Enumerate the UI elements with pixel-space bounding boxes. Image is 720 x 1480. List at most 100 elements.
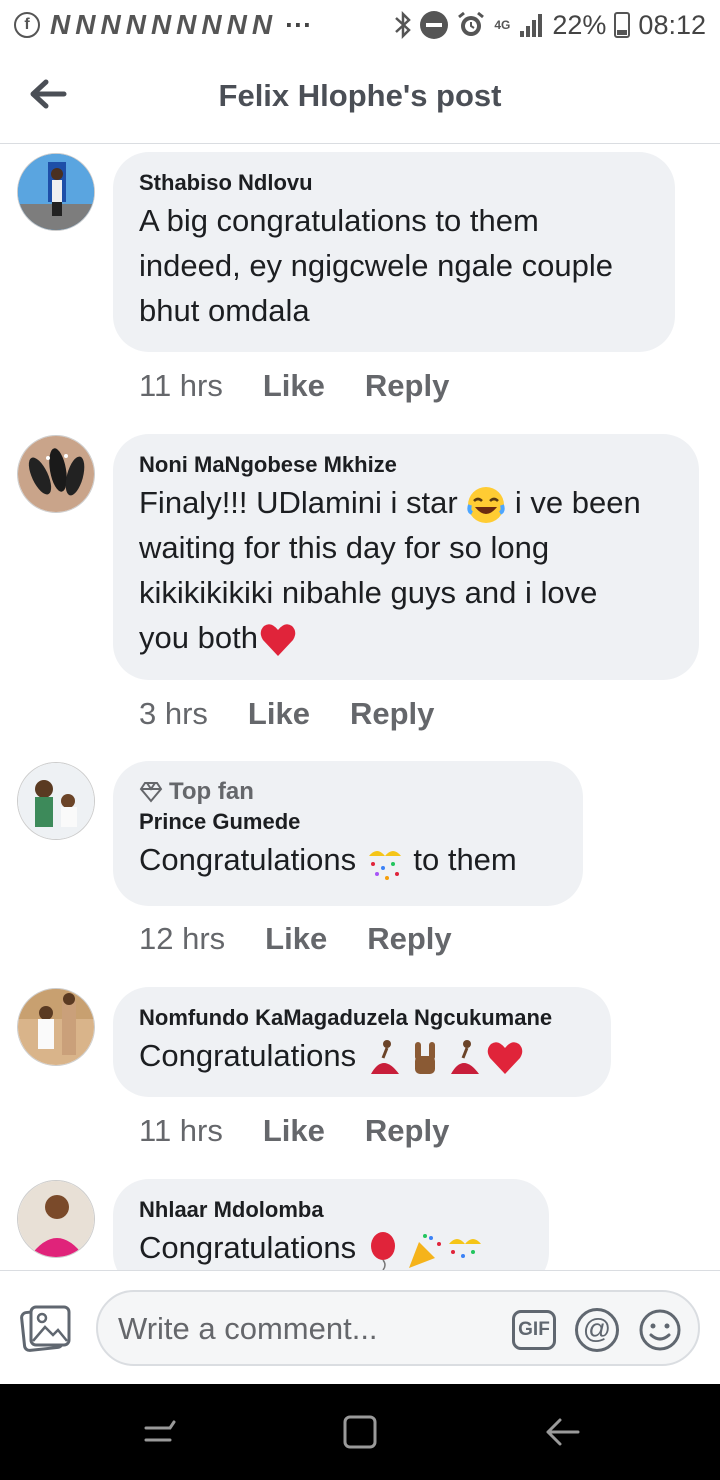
- avatar[interactable]: [17, 1180, 95, 1258]
- comment-time[interactable]: 12 hrs: [139, 921, 225, 957]
- comment-input-placeholder: Write a comment...: [118, 1311, 378, 1346]
- status-bar: f N N N N N N N N N ··· 4G 22% 08:12: [0, 0, 720, 50]
- notification-icon: N: [251, 9, 274, 40]
- comment-meta: 11 hrs Like Reply: [139, 368, 449, 404]
- network-type: 4G: [494, 18, 511, 32]
- comment-text: Congratulations: [139, 1038, 365, 1073]
- comment-text-line: Congratulations to them: [139, 837, 557, 882]
- comment-text-line: Congratulations: [139, 1225, 523, 1270]
- bluetooth-icon: [394, 11, 412, 39]
- comment-text: Congratulations: [139, 842, 365, 877]
- avatar[interactable]: [17, 762, 95, 840]
- confetti-emoji-icon: [448, 1238, 481, 1258]
- system-nav-bar: [0, 1384, 720, 1480]
- comment-text-line: kikikikikiki nibahle guys and i love: [139, 575, 598, 610]
- comment-text-line: Finaly!!! UDlamini i star i ve been: [139, 480, 673, 525]
- comment-text-line: bhut omdala: [139, 293, 310, 328]
- avatar[interactable]: [17, 153, 95, 231]
- photo-button[interactable]: [20, 1303, 72, 1355]
- like-button[interactable]: Like: [265, 921, 327, 957]
- notification-icon: N: [75, 9, 97, 40]
- comment-text-line: Congratulations: [139, 1033, 585, 1078]
- status-left: f N N N N N N N N N ···: [14, 9, 312, 41]
- alarm-icon: [456, 10, 486, 40]
- more-notifications-icon: ···: [285, 9, 313, 40]
- comment-meta: 11 hrs Like Reply: [139, 1113, 449, 1149]
- avatar[interactable]: [17, 435, 95, 513]
- recents-button[interactable]: [140, 1412, 180, 1452]
- comment-author[interactable]: Nomfundo KaMagaduzela Ngcukumane: [139, 1003, 585, 1033]
- battery-icon: [614, 12, 631, 38]
- comment-bubble[interactable]: Nhlaar Mdolomba Congratulations: [113, 1179, 549, 1270]
- diamond-icon: [139, 782, 163, 803]
- comment-author[interactable]: Noni MaNgobese Mkhize: [139, 450, 673, 480]
- comment-input[interactable]: Write a comment... GIF @: [96, 1290, 700, 1366]
- balloon-emoji-icon: [370, 1231, 395, 1270]
- comment-time[interactable]: 3 hrs: [139, 696, 208, 732]
- top-fan-badge: Top fan: [139, 777, 557, 807]
- reply-button[interactable]: Reply: [365, 1113, 449, 1149]
- system-back-button[interactable]: [542, 1412, 582, 1452]
- facebook-notification-icon: f: [14, 12, 40, 38]
- home-icon: [343, 1415, 377, 1449]
- comment-text-line: A big congratulations to them: [139, 203, 539, 238]
- emoji-button[interactable]: [638, 1308, 682, 1352]
- clock: 08:12: [638, 9, 706, 40]
- heart-emoji-icon: [260, 624, 296, 656]
- comment-text: to them: [404, 842, 517, 877]
- comment-composer: Write a comment... GIF @: [0, 1270, 720, 1384]
- comment-author[interactable]: Prince Gumede: [139, 807, 557, 837]
- do-not-disturb-icon: [420, 11, 449, 39]
- battery-percent: 22%: [552, 9, 607, 40]
- heart-emoji-icon: [487, 1042, 523, 1074]
- like-button[interactable]: Like: [263, 1113, 325, 1149]
- photo-icon: [20, 1305, 71, 1352]
- smiley-icon: [639, 1309, 681, 1351]
- reply-button[interactable]: Reply: [365, 368, 449, 404]
- notification-icon: N: [100, 9, 122, 40]
- comment-text: Finaly!!! UDlamini i star: [139, 485, 467, 520]
- comment-time[interactable]: 11 hrs: [139, 368, 223, 404]
- comment-author[interactable]: Nhlaar Mdolomba: [139, 1195, 523, 1225]
- notification-icon: N: [125, 9, 147, 40]
- top-fan-label: Top fan: [169, 778, 254, 805]
- party-popper-emoji-icon: [408, 1233, 441, 1268]
- comment-item: Nhlaar Mdolomba Congratulations: [0, 1179, 720, 1270]
- rock-hand-emoji-icon: [414, 1041, 435, 1074]
- back-arrow-icon: [546, 1418, 580, 1446]
- comment-bubble[interactable]: Nomfundo KaMagaduzela Ngcukumane Congrat…: [113, 987, 611, 1097]
- comment-bubble[interactable]: Sthabiso Ndlovu A big congratulations to…: [113, 152, 675, 352]
- comment-text-line: waiting for this day for so long: [139, 530, 550, 565]
- notification-icon: N: [150, 9, 173, 40]
- confetti-emoji-icon: [368, 850, 401, 880]
- reply-button[interactable]: Reply: [350, 696, 434, 732]
- post-header: Felix Hlophe's post: [0, 50, 720, 144]
- comment-meta: 3 hrs Like Reply: [139, 696, 434, 732]
- avatar[interactable]: [17, 988, 95, 1066]
- comment-time[interactable]: 11 hrs: [139, 1113, 223, 1149]
- comment-author[interactable]: Sthabiso Ndlovu: [139, 168, 649, 198]
- comment-text-line: indeed, ey ngigcwele ngale couple: [139, 248, 613, 283]
- comment-text: you both: [139, 620, 258, 655]
- mention-button[interactable]: @: [575, 1308, 619, 1352]
- comment-meta: 12 hrs Like Reply: [139, 921, 452, 957]
- notification-icon: N: [50, 9, 72, 40]
- signal-icon: [518, 12, 544, 38]
- notification-icon: N: [201, 9, 223, 40]
- dancer-emoji-icon: [370, 1039, 399, 1074]
- comment-bubble[interactable]: Top fan Prince Gumede Congratulations to…: [113, 761, 583, 906]
- like-button[interactable]: Like: [248, 696, 310, 732]
- like-button[interactable]: Like: [263, 368, 325, 404]
- status-right: 4G 22% 08:12: [394, 10, 706, 41]
- home-button[interactable]: [340, 1412, 380, 1452]
- gif-button[interactable]: GIF: [512, 1310, 556, 1350]
- comment-bubble[interactable]: Noni MaNgobese Mkhize Finaly!!! UDlamini…: [113, 434, 699, 680]
- reply-button[interactable]: Reply: [367, 921, 451, 957]
- recents-icon: [144, 1420, 176, 1442]
- page-title: Felix Hlophe's post: [218, 78, 502, 113]
- notification-icon: N: [176, 9, 198, 40]
- comment-text-line: you both: [139, 615, 673, 660]
- notification-icon: N: [226, 9, 248, 40]
- comment-text: i ve been: [506, 485, 641, 520]
- dancer-emoji-icon: [450, 1039, 479, 1074]
